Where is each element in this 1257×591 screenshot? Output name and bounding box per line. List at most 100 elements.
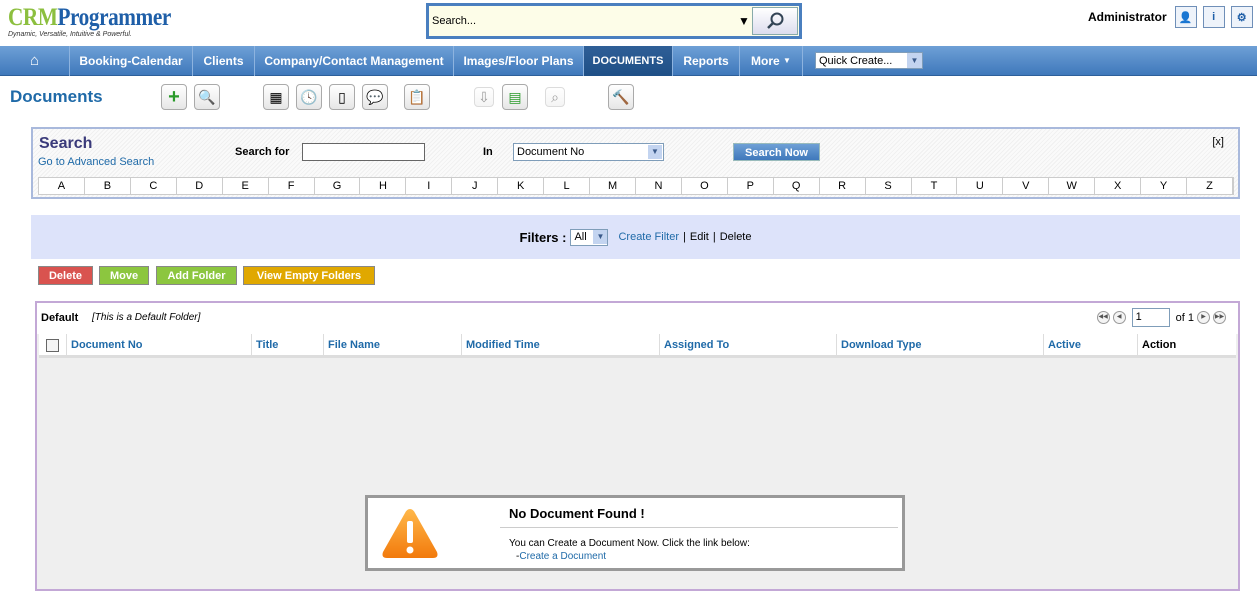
search-for-input[interactable] bbox=[302, 143, 425, 161]
letter-filter-u[interactable]: U bbox=[957, 178, 1004, 194]
chevron-down-icon: ▼ bbox=[593, 230, 608, 244]
letter-filter-n[interactable]: N bbox=[636, 178, 682, 194]
last-page-icon[interactable]: ▶▶ bbox=[1213, 311, 1226, 324]
nav-home[interactable]: ⌂ bbox=[0, 45, 70, 76]
folder-name: Default bbox=[41, 312, 79, 324]
letter-filter-o[interactable]: O bbox=[682, 178, 728, 194]
create-filter-link[interactable]: Create Filter bbox=[618, 231, 679, 243]
calendar-icon[interactable]: ▦ bbox=[263, 84, 289, 110]
next-page-icon[interactable]: ▶ bbox=[1197, 311, 1210, 324]
pagination: ◀◀ ◀ 1 of 1 ▶ ▶▶ bbox=[1096, 308, 1226, 327]
import-icon[interactable]: ⇩ bbox=[474, 87, 494, 107]
logo-programmer: Programmer bbox=[57, 4, 171, 31]
col-download-type[interactable]: Download Type bbox=[837, 334, 1044, 355]
user-area: Administrator 👤 i ⚙ bbox=[1088, 6, 1253, 28]
col-assigned-to[interactable]: Assigned To bbox=[660, 334, 837, 355]
settings-tools-icon[interactable]: 🔨 bbox=[608, 84, 634, 110]
add-folder-button[interactable]: Add Folder bbox=[156, 266, 237, 285]
letter-filter-l[interactable]: L bbox=[544, 178, 591, 194]
empty-state-box: No Document Found ! You can Create a Doc… bbox=[365, 495, 905, 571]
chevron-down-icon: ▼ bbox=[907, 53, 922, 68]
view-empty-folders-button[interactable]: View Empty Folders bbox=[243, 266, 375, 285]
folder-description: [This is a Default Folder] bbox=[92, 312, 201, 323]
create-document-link[interactable]: Create a Document bbox=[519, 551, 606, 562]
letter-filter-d[interactable]: D bbox=[177, 178, 223, 194]
info-icon[interactable]: i bbox=[1202, 6, 1225, 28]
page-total: of 1 bbox=[1175, 311, 1194, 324]
select-all-checkbox[interactable] bbox=[46, 339, 59, 352]
find-duplicates-icon[interactable]: ⌕ bbox=[545, 87, 565, 107]
col-title[interactable]: Title bbox=[252, 334, 324, 355]
global-search-input[interactable]: Search... bbox=[429, 15, 738, 27]
letter-filter-k[interactable]: K bbox=[498, 178, 545, 194]
nav-company-contact[interactable]: Company/Contact Management bbox=[255, 45, 454, 76]
nav-clients[interactable]: Clients bbox=[193, 45, 255, 76]
settings-gear-icon[interactable]: ⚙ bbox=[1230, 6, 1253, 28]
phone-icon[interactable]: ▯ bbox=[329, 84, 355, 110]
letter-filter-p[interactable]: P bbox=[728, 178, 774, 194]
prev-page-icon[interactable]: ◀ bbox=[1112, 311, 1126, 324]
letter-filter-e[interactable]: E bbox=[223, 178, 269, 194]
caret-down-icon: ▼ bbox=[783, 56, 791, 65]
letter-filter-y[interactable]: Y bbox=[1141, 178, 1188, 194]
letter-filter-g[interactable]: G bbox=[315, 178, 361, 194]
letter-filter-a[interactable]: A bbox=[39, 178, 85, 194]
search-now-button[interactable]: Search Now bbox=[733, 143, 820, 161]
letter-filter-q[interactable]: Q bbox=[774, 178, 820, 194]
search-button[interactable] bbox=[752, 7, 798, 35]
letter-filter-b[interactable]: B bbox=[85, 178, 131, 194]
letter-filter-w[interactable]: W bbox=[1049, 178, 1096, 194]
search-in-value: Document No bbox=[517, 146, 585, 158]
col-active[interactable]: Active bbox=[1044, 334, 1138, 355]
nav-images-floor-plans[interactable]: Images/Floor Plans bbox=[454, 45, 584, 76]
edit-filter-link[interactable]: Edit bbox=[690, 231, 709, 243]
logo-crm: CRM bbox=[8, 4, 58, 31]
quick-create-select[interactable]: Quick Create... ▼ bbox=[815, 52, 923, 69]
letter-filter-f[interactable]: F bbox=[269, 178, 315, 194]
delete-filter-link[interactable]: Delete bbox=[720, 231, 752, 243]
col-action: Action bbox=[1142, 339, 1177, 351]
letter-filter-j[interactable]: J bbox=[452, 178, 499, 194]
nav-reports[interactable]: Reports bbox=[673, 45, 740, 76]
nav-booking-calendar[interactable]: Booking-Calendar bbox=[70, 45, 193, 76]
logo[interactable]: CRMProgrammer Dynamic, Versatile, Intuit… bbox=[8, 4, 200, 38]
delete-button[interactable]: Delete bbox=[38, 266, 93, 285]
user-name[interactable]: Administrator bbox=[1088, 10, 1167, 24]
letter-filter-x[interactable]: X bbox=[1095, 178, 1142, 194]
letter-filter-v[interactable]: V bbox=[1003, 178, 1050, 194]
filters-label: Filters : bbox=[519, 229, 567, 245]
chat-icon[interactable]: 💬 bbox=[362, 84, 388, 110]
dropdown-arrow-icon[interactable]: ▼ bbox=[738, 14, 752, 28]
page-input[interactable]: 1 bbox=[1131, 308, 1170, 327]
col-document-no[interactable]: Document No bbox=[67, 334, 252, 355]
separator: | bbox=[712, 231, 716, 243]
clipboard-icon[interactable]: 📋 bbox=[404, 84, 430, 110]
letter-filter-s[interactable]: S bbox=[866, 178, 912, 194]
letter-filter-z[interactable]: Z bbox=[1187, 178, 1233, 194]
add-icon[interactable]: + bbox=[161, 84, 187, 110]
letter-filter-i[interactable]: I bbox=[406, 178, 453, 194]
search-in-select[interactable]: Document No ▼ bbox=[513, 143, 664, 161]
nav-documents[interactable]: DOCUMENTS bbox=[584, 45, 673, 76]
nav-more[interactable]: More ▼ bbox=[740, 45, 803, 76]
user-profile-icon[interactable]: 👤 bbox=[1174, 6, 1197, 28]
clock-icon[interactable]: 🕓 bbox=[296, 84, 322, 110]
nav-more-label: More bbox=[751, 53, 780, 68]
advanced-search-link[interactable]: Go to Advanced Search bbox=[38, 156, 154, 168]
global-search[interactable]: Search... ▼ bbox=[426, 3, 802, 39]
export-icon[interactable]: ▤ bbox=[502, 84, 528, 110]
close-search-button[interactable]: [x] bbox=[1212, 136, 1224, 148]
letter-filter-h[interactable]: H bbox=[360, 178, 407, 194]
col-modified-time[interactable]: Modified Time bbox=[462, 334, 660, 355]
move-button[interactable]: Move bbox=[99, 266, 149, 285]
page-title: Documents bbox=[10, 87, 103, 106]
search-magnifier-icon[interactable]: 🔍 bbox=[194, 84, 220, 110]
first-page-icon[interactable]: ◀◀ bbox=[1096, 311, 1110, 324]
letter-filter-r[interactable]: R bbox=[820, 178, 866, 194]
col-file-name[interactable]: File Name bbox=[324, 334, 462, 355]
filter-select[interactable]: All ▼ bbox=[570, 228, 609, 246]
letter-filter-c[interactable]: C bbox=[131, 178, 177, 194]
quick-create-value: Quick Create... bbox=[819, 54, 893, 67]
letter-filter-t[interactable]: T bbox=[912, 178, 958, 194]
letter-filter-m[interactable]: M bbox=[590, 178, 636, 194]
